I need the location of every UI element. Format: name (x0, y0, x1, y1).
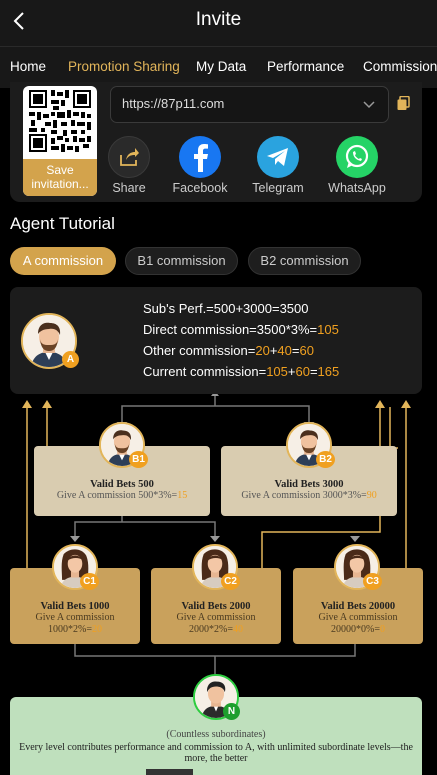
formula-card: A Sub's Perf.=500+3000=3500 Direct commi… (10, 287, 422, 394)
perf-line: Sub's Perf.=500+3000=3500 (143, 301, 309, 316)
qr-code-card: Save invitation... (23, 86, 97, 196)
tab-a-commission[interactable]: A commission (10, 247, 116, 275)
other-commission-line: Other commission=20+40=60 (143, 343, 314, 358)
badge-c1: C1 (80, 573, 99, 590)
facebook-share-button[interactable]: Facebook (160, 136, 240, 195)
direct-commission-line: Direct commission=3500*3%=105 (143, 322, 339, 337)
page-title: Invite (195, 9, 242, 30)
telegram-icon (257, 136, 299, 178)
share-icon (108, 136, 150, 178)
tab-b1-commission[interactable]: B1 commission (125, 247, 238, 275)
badge-b2: B2 (316, 451, 335, 468)
badge-a: A (62, 351, 79, 368)
invite-url-text: https://87p11.com (122, 96, 225, 111)
badge-n: N (223, 703, 240, 720)
chevron-down-icon (363, 101, 375, 109)
badge-c3: C3 (363, 573, 382, 590)
badge-b1: B1 (129, 451, 148, 468)
save-invitation-button[interactable]: Save invitation... (23, 159, 97, 196)
invite-url-select[interactable]: https://87p11.com (110, 86, 389, 123)
whatsapp-icon (336, 136, 378, 178)
qr-code (27, 88, 93, 154)
badge-c2: C2 (221, 573, 240, 590)
top-bar: Invite (0, 0, 437, 46)
countless-subordinates-label: (Countless subordinates) (166, 729, 266, 740)
whatsapp-share-button[interactable]: WhatsApp (317, 136, 397, 195)
subordinates-description: Every level contributes performance and … (19, 742, 413, 764)
share-button[interactable]: Share (89, 136, 169, 195)
copy-icon[interactable] (397, 96, 410, 111)
scrollbar-thumb[interactable] (146, 769, 193, 775)
telegram-share-button[interactable]: Telegram (238, 136, 318, 195)
section-title: Agent Tutorial (10, 214, 115, 233)
facebook-icon (179, 136, 221, 178)
tab-b2-commission[interactable]: B2 commission (248, 247, 361, 275)
current-commission-line: Current commission=105+60=165 (143, 364, 340, 379)
